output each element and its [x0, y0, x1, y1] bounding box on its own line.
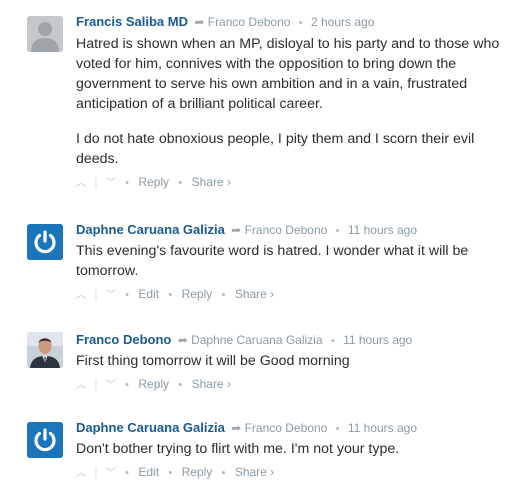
share-link[interactable]: Share ›: [192, 375, 231, 393]
chevron-up-icon[interactable]: ︿: [76, 287, 86, 305]
avatar[interactable]: [27, 422, 63, 458]
reply-arrow-icon: ➦: [194, 15, 205, 29]
reply-arrow-icon: ➦: [231, 421, 242, 435]
vote-divider: |: [94, 175, 98, 189]
edit-link[interactable]: Edit: [138, 285, 159, 303]
comment-footer: ︿ | ﹀ • Reply • Share ›: [76, 173, 516, 191]
vote-divider: |: [94, 465, 98, 479]
timestamp[interactable]: 2 hours ago: [311, 15, 374, 29]
power-logo-icon: [27, 422, 63, 458]
comment-paragraph: Don't bother trying to flirt with me. I'…: [76, 441, 400, 457]
comment-body: Daphne Caruana Galizia ➦ Franco Debono •…: [76, 220, 516, 303]
comment-text: Don't bother trying to flirt with me. I'…: [76, 439, 516, 459]
reply-arrow-icon: ➦: [231, 223, 242, 237]
reply-to-author[interactable]: Franco Debono: [208, 15, 291, 29]
comment-body: Franco Debono ➦ Daphne Caruana Galizia •…: [76, 330, 516, 393]
separator-dot: •: [125, 379, 130, 391]
user-photo-icon: [27, 332, 63, 368]
timestamp[interactable]: 11 hours ago: [348, 223, 417, 237]
comment-paragraph: I do not hate obnoxious people, I pity t…: [76, 131, 475, 167]
vote-divider: |: [94, 287, 98, 301]
author-name[interactable]: Franco Debono: [76, 332, 171, 347]
chevron-up-icon[interactable]: ︿: [76, 377, 86, 395]
chevron-down-icon[interactable]: ﹀: [106, 287, 116, 305]
default-user-icon: [27, 16, 63, 52]
chevron-down-icon[interactable]: ﹀: [106, 377, 116, 395]
comment-body: Francis Saliba MD ➦ Franco Debono • 2 ho…: [76, 12, 516, 191]
separator-dot: •: [125, 289, 130, 301]
author-name[interactable]: Daphne Caruana Galizia: [76, 222, 225, 237]
share-link[interactable]: Share ›: [192, 173, 231, 191]
separator-dot: •: [178, 379, 183, 391]
separator-dot: •: [125, 177, 130, 189]
comment-footer: ︿ | ﹀ • Edit • Reply • Share ›: [76, 463, 516, 481]
chevron-down-icon[interactable]: ﹀: [106, 175, 116, 193]
separator-dot: •: [125, 467, 130, 479]
chevron-down-icon[interactable]: ﹀: [106, 465, 116, 483]
separator-dot: •: [335, 225, 340, 237]
comment-paragraph: Hatred is shown when an MP, disloyal to …: [76, 36, 500, 112]
comment-footer: ︿ | ﹀ • Edit • Reply • Share ›: [76, 285, 516, 303]
author-name[interactable]: Daphne Caruana Galizia: [76, 420, 225, 435]
comment-header: Daphne Caruana Galizia ➦ Franco Debono •…: [76, 418, 516, 438]
timestamp[interactable]: 11 hours ago: [343, 333, 412, 347]
author-name[interactable]: Francis Saliba MD: [76, 14, 188, 29]
timestamp[interactable]: 11 hours ago: [348, 421, 417, 435]
separator-dot: •: [221, 467, 226, 479]
reply-to-author[interactable]: Daphne Caruana Galizia: [191, 333, 322, 347]
chevron-up-icon[interactable]: ︿: [76, 465, 86, 483]
comment-body: Daphne Caruana Galizia ➦ Franco Debono •…: [76, 418, 516, 481]
avatar[interactable]: [27, 16, 63, 52]
comment-header: Daphne Caruana Galizia ➦ Franco Debono •…: [76, 220, 516, 240]
power-logo-icon: [27, 224, 63, 260]
separator-dot: •: [335, 423, 340, 435]
share-link[interactable]: Share ›: [235, 285, 274, 303]
separator-dot: •: [330, 335, 335, 347]
separator-dot: •: [178, 177, 183, 189]
separator-dot: •: [221, 289, 226, 301]
reply-to-author[interactable]: Franco Debono: [245, 421, 328, 435]
comment-footer: ︿ | ﹀ • Reply • Share ›: [76, 375, 516, 393]
separator-dot: •: [168, 289, 173, 301]
reply-arrow-icon: ➦: [177, 333, 188, 347]
comment-text: Hatred is shown when an MP, disloyal to …: [76, 34, 516, 169]
comment-text: This evening's favourite word is hatred.…: [76, 241, 516, 281]
comment-paragraph: First thing tomorrow it will be Good mor…: [76, 353, 350, 369]
separator-dot: •: [168, 467, 173, 479]
vote-divider: |: [94, 377, 98, 391]
reply-link[interactable]: Reply: [182, 463, 213, 481]
comment-thread: Francis Saliba MD ➦ Franco Debono • 2 ho…: [0, 0, 527, 497]
comment-text: First thing tomorrow it will be Good mor…: [76, 351, 516, 371]
reply-link[interactable]: Reply: [138, 375, 169, 393]
reply-link[interactable]: Reply: [138, 173, 169, 191]
reply-link[interactable]: Reply: [182, 285, 213, 303]
avatar[interactable]: [27, 332, 63, 368]
chevron-up-icon[interactable]: ︿: [76, 175, 86, 193]
comment-paragraph: This evening's favourite word is hatred.…: [76, 243, 469, 279]
edit-link[interactable]: Edit: [138, 463, 159, 481]
comment-header: Franco Debono ➦ Daphne Caruana Galizia •…: [76, 330, 516, 350]
separator-dot: •: [298, 17, 303, 29]
comment-header: Francis Saliba MD ➦ Franco Debono • 2 ho…: [76, 12, 516, 32]
share-link[interactable]: Share ›: [235, 463, 274, 481]
reply-to-author[interactable]: Franco Debono: [245, 223, 328, 237]
avatar[interactable]: [27, 224, 63, 260]
